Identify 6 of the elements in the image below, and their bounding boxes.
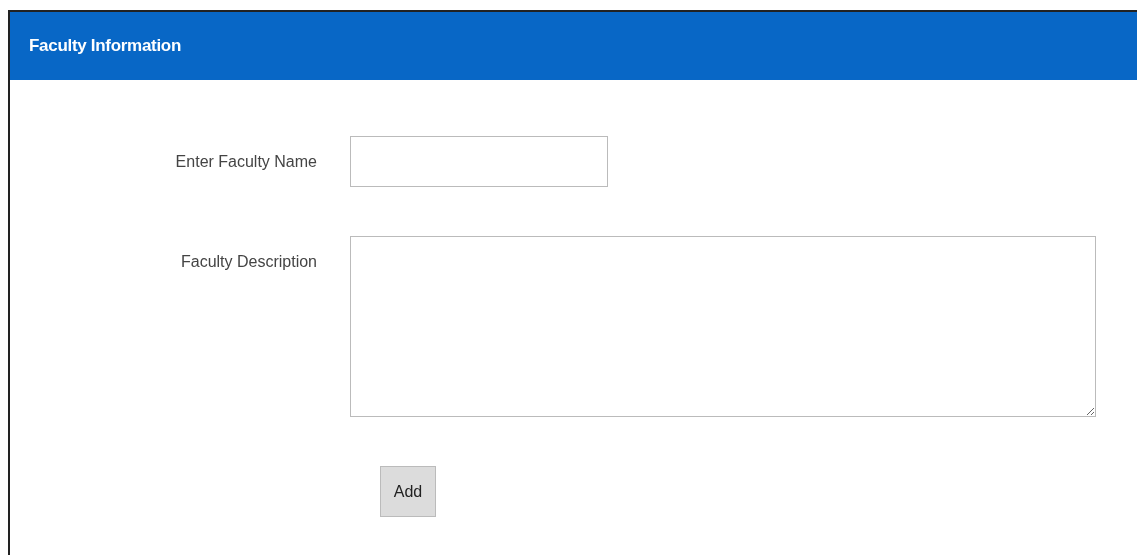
add-button[interactable]: Add [380, 466, 436, 517]
description-field[interactable] [350, 236, 1096, 417]
name-field[interactable] [350, 136, 608, 187]
field-label: Faculty Description [179, 252, 318, 272]
field-label: Enter Faculty Name [174, 152, 318, 172]
panel-title: Faculty Information [29, 35, 182, 58]
